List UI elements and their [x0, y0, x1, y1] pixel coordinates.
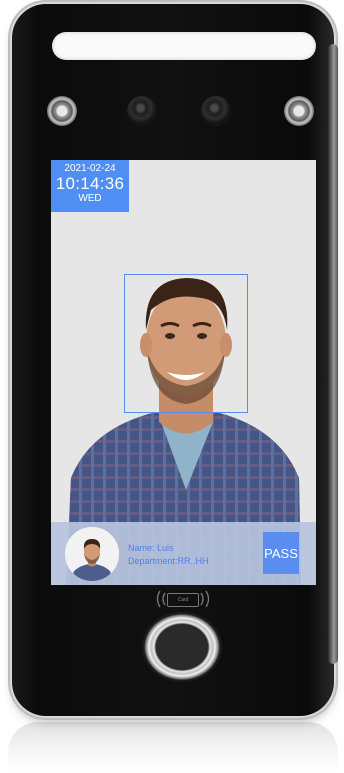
light-bar — [52, 32, 316, 60]
card-chip-label: Card — [167, 593, 199, 607]
department-row: Department:RR..HH — [128, 555, 209, 568]
department-value: RR..HH — [177, 556, 209, 566]
name-row: Name: Luis — [128, 542, 209, 555]
camera-icon — [127, 96, 157, 126]
recognition-result-bar: Name: Luis Department:RR..HH PASS — [51, 522, 316, 585]
department-label: Department: — [128, 556, 178, 566]
time-text: 10:14:36 — [55, 174, 125, 193]
clock-widget: 2021-02-24 10:14:36 WED — [51, 160, 129, 212]
terminal-screen: 2021-02-24 10:14:36 WED Name: Luis Depar… — [51, 160, 316, 585]
user-avatar — [65, 527, 119, 581]
name-value: Luis — [157, 543, 174, 553]
camera-icon — [201, 96, 231, 126]
face-detection-box — [124, 274, 248, 413]
device-reflection — [8, 722, 338, 773]
fingerprint-sensor-icon[interactable] — [142, 612, 222, 682]
recognition-details: Name: Luis Department:RR..HH — [128, 542, 209, 568]
ir-led-icon — [47, 96, 77, 126]
date-text: 2021-02-24 — [64, 163, 116, 174]
weekday-text: WED — [78, 193, 102, 204]
name-label: Name: — [128, 543, 155, 553]
pass-status-badge: PASS — [263, 532, 299, 574]
ir-led-icon — [284, 96, 314, 126]
